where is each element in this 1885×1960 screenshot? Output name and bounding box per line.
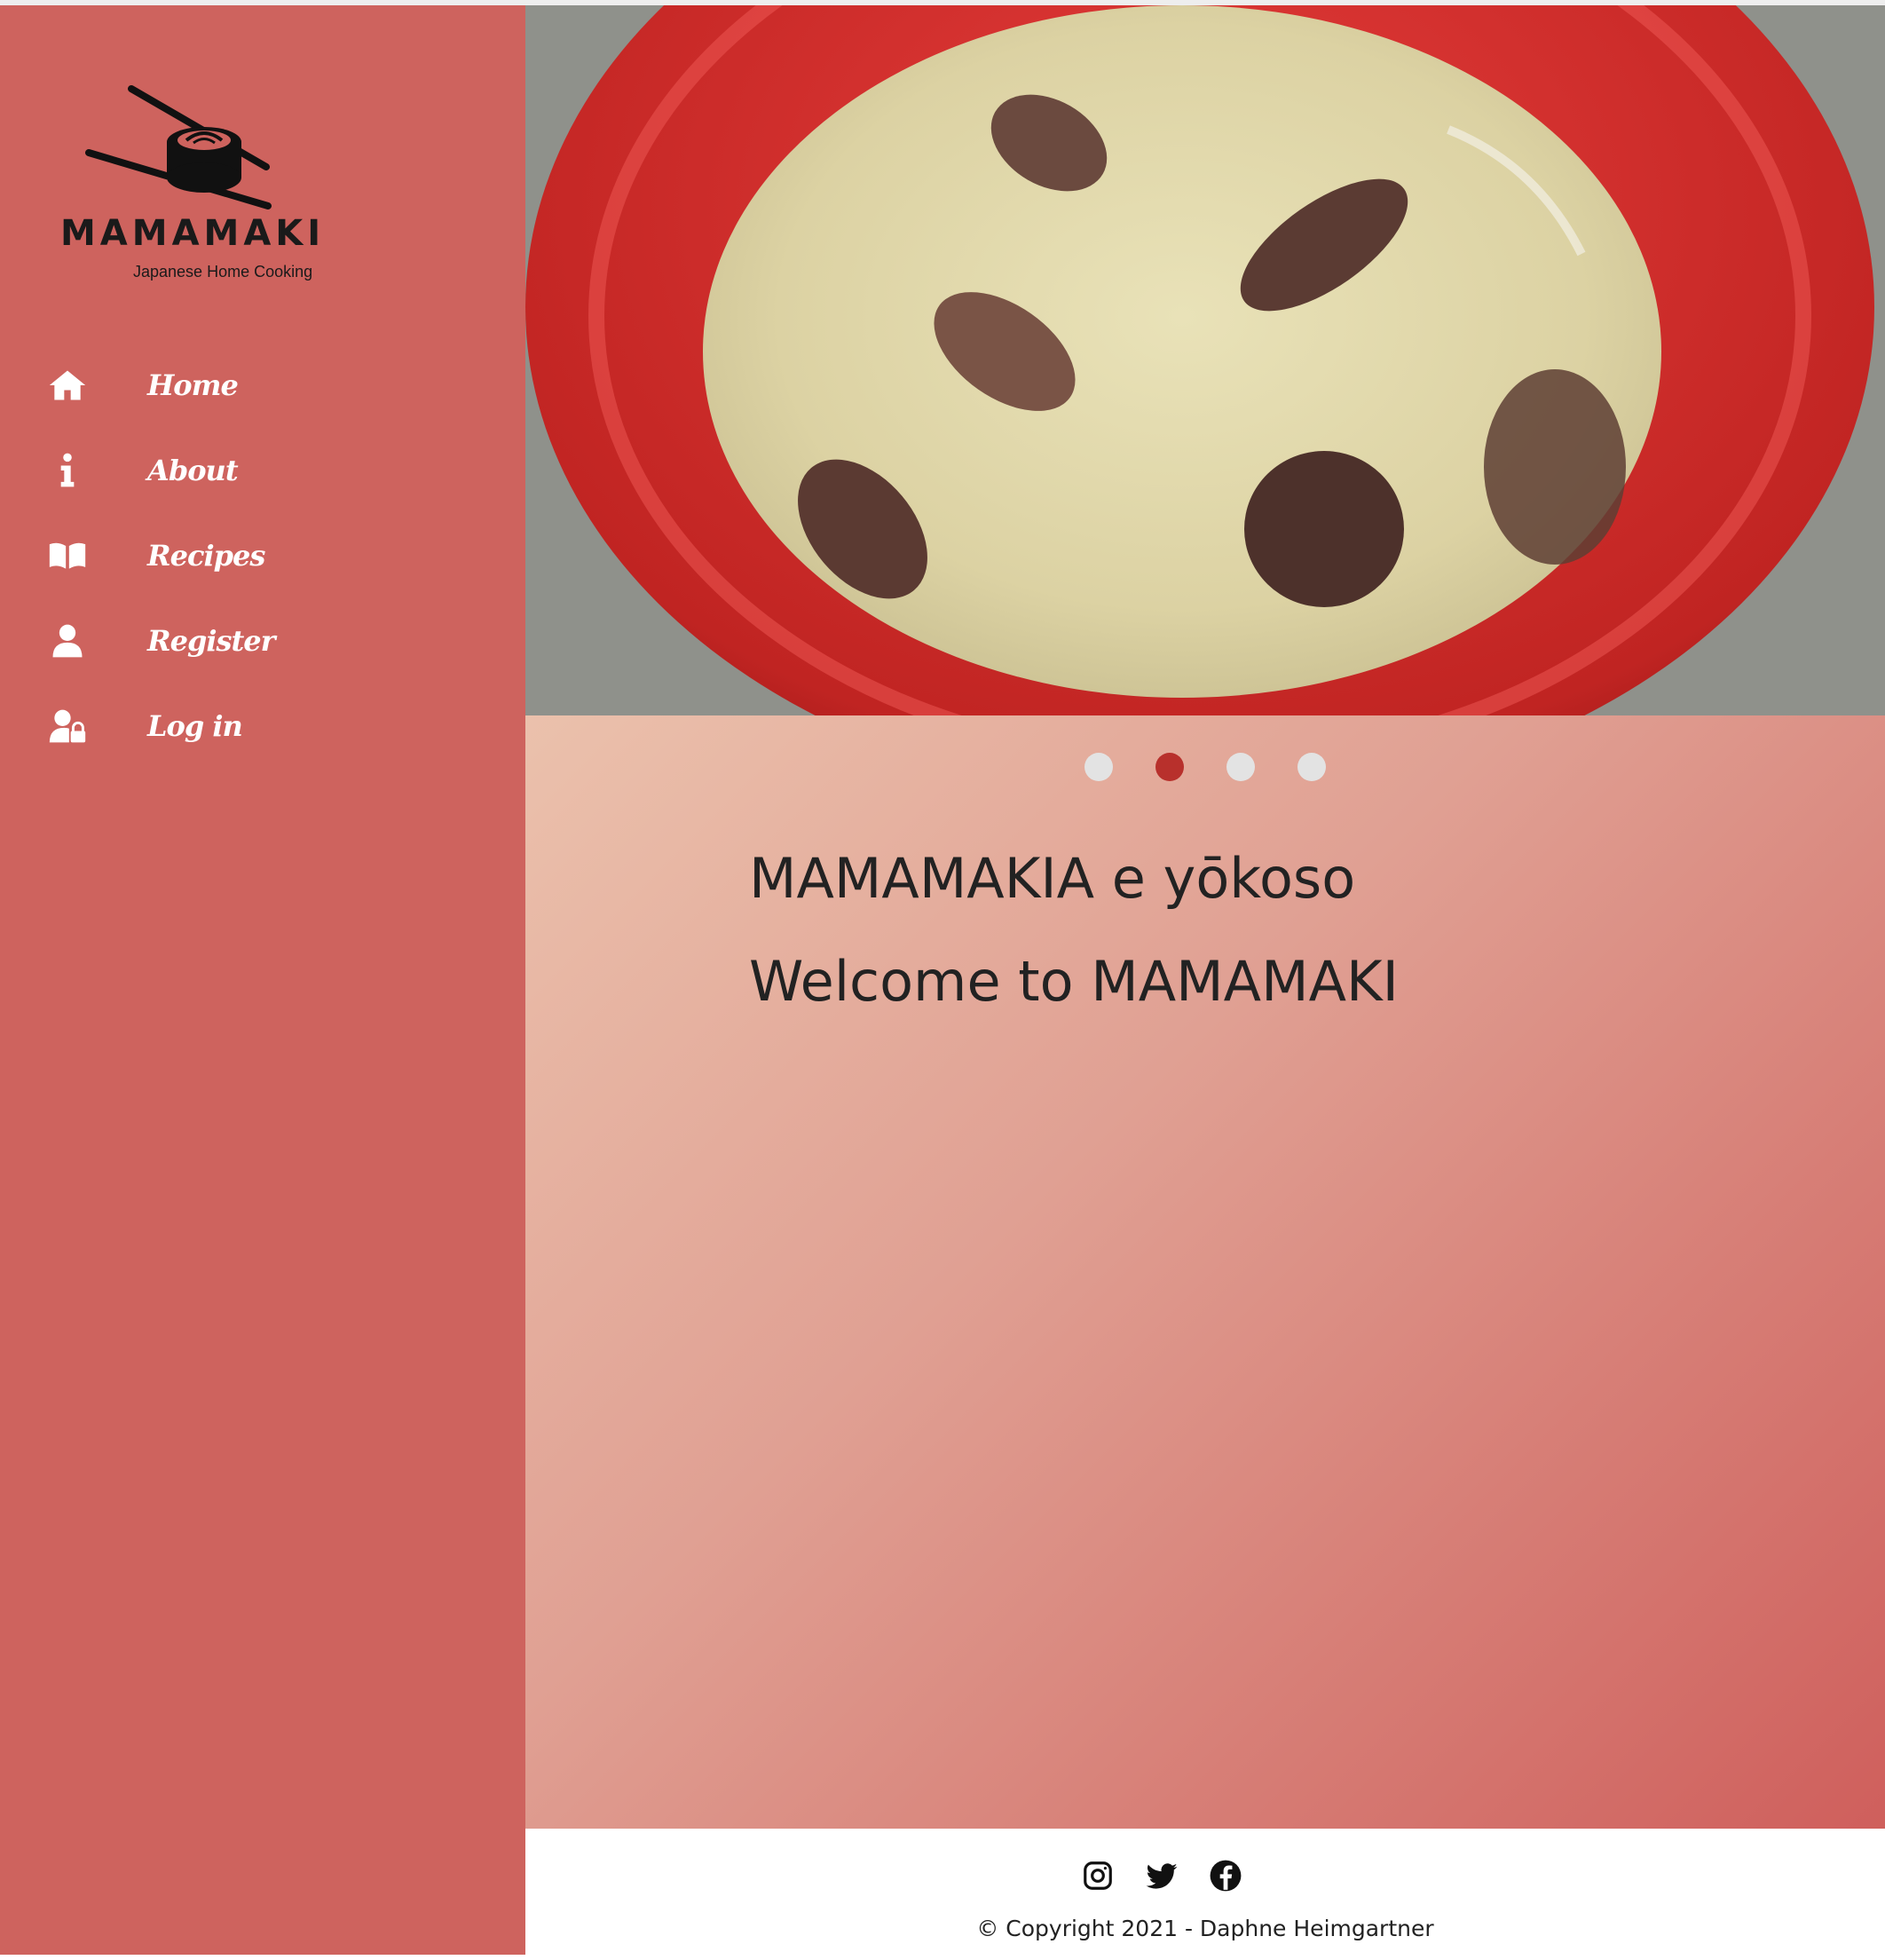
book-icon [46, 534, 89, 577]
user-lock-icon [46, 705, 89, 747]
home-icon [46, 364, 89, 407]
sidebar-item-label: Home [147, 368, 239, 402]
user-icon [46, 620, 89, 662]
sidebar-item-login[interactable]: Log in [0, 684, 525, 769]
sidebar-item-about[interactable]: About [0, 428, 525, 513]
sidebar-item-label: About [147, 454, 239, 487]
sidebar-item-label: Recipes [147, 539, 265, 573]
carousel-dot-3[interactable] [1226, 753, 1255, 781]
carousel-indicators [1084, 753, 1326, 781]
miso-soup-image [525, 5, 1885, 715]
welcome-section: MAMAMAKIA e yōkoso Welcome to MAMAMAKI [525, 715, 1885, 1829]
welcome-heading: MAMAMAKIA e yōkoso Welcome to MAMAMAKI [749, 827, 1399, 1033]
hero-carousel-image [525, 5, 1885, 715]
welcome-line-english: Welcome to MAMAMAKI [749, 949, 1399, 1014]
twitter-icon[interactable] [1145, 1859, 1179, 1893]
info-icon [46, 449, 89, 492]
sidebar-item-register[interactable]: Register [0, 598, 525, 684]
logo[interactable]: MAMAMAKI Japanese Home Cooking [53, 78, 346, 291]
welcome-line-japanese: MAMAMAKIA e yōkoso [749, 846, 1356, 911]
sidebar-item-recipes[interactable]: Recipes [0, 513, 525, 598]
main-content: MAMAMAKIA e yōkoso Welcome to MAMAMAKI ©… [525, 5, 1885, 1955]
brand-name: MAMAMAKI [60, 213, 326, 254]
carousel-dot-1[interactable] [1084, 753, 1113, 781]
instagram-icon[interactable] [1081, 1859, 1115, 1893]
sidebar-item-label: Register [147, 624, 275, 658]
social-links [1081, 1859, 1242, 1893]
carousel-dot-2[interactable] [1155, 753, 1184, 781]
sushi-chopsticks-logo-icon [85, 85, 272, 209]
copyright-text: © Copyright 2021 - Daphne Heimgartner [976, 1916, 1434, 1941]
sidebar-item-label: Log in [147, 709, 243, 743]
sidebar-nav: Home About Recipes Register Log in [0, 343, 525, 769]
carousel-dot-4[interactable] [1297, 753, 1326, 781]
sidebar: MAMAMAKI Japanese Home Cooking Home Abou… [0, 5, 525, 1955]
facebook-icon[interactable] [1209, 1859, 1242, 1893]
brand-tagline: Japanese Home Cooking [133, 263, 313, 281]
footer: © Copyright 2021 - Daphne Heimgartner [525, 1829, 1885, 1955]
sidebar-item-home[interactable]: Home [0, 343, 525, 428]
